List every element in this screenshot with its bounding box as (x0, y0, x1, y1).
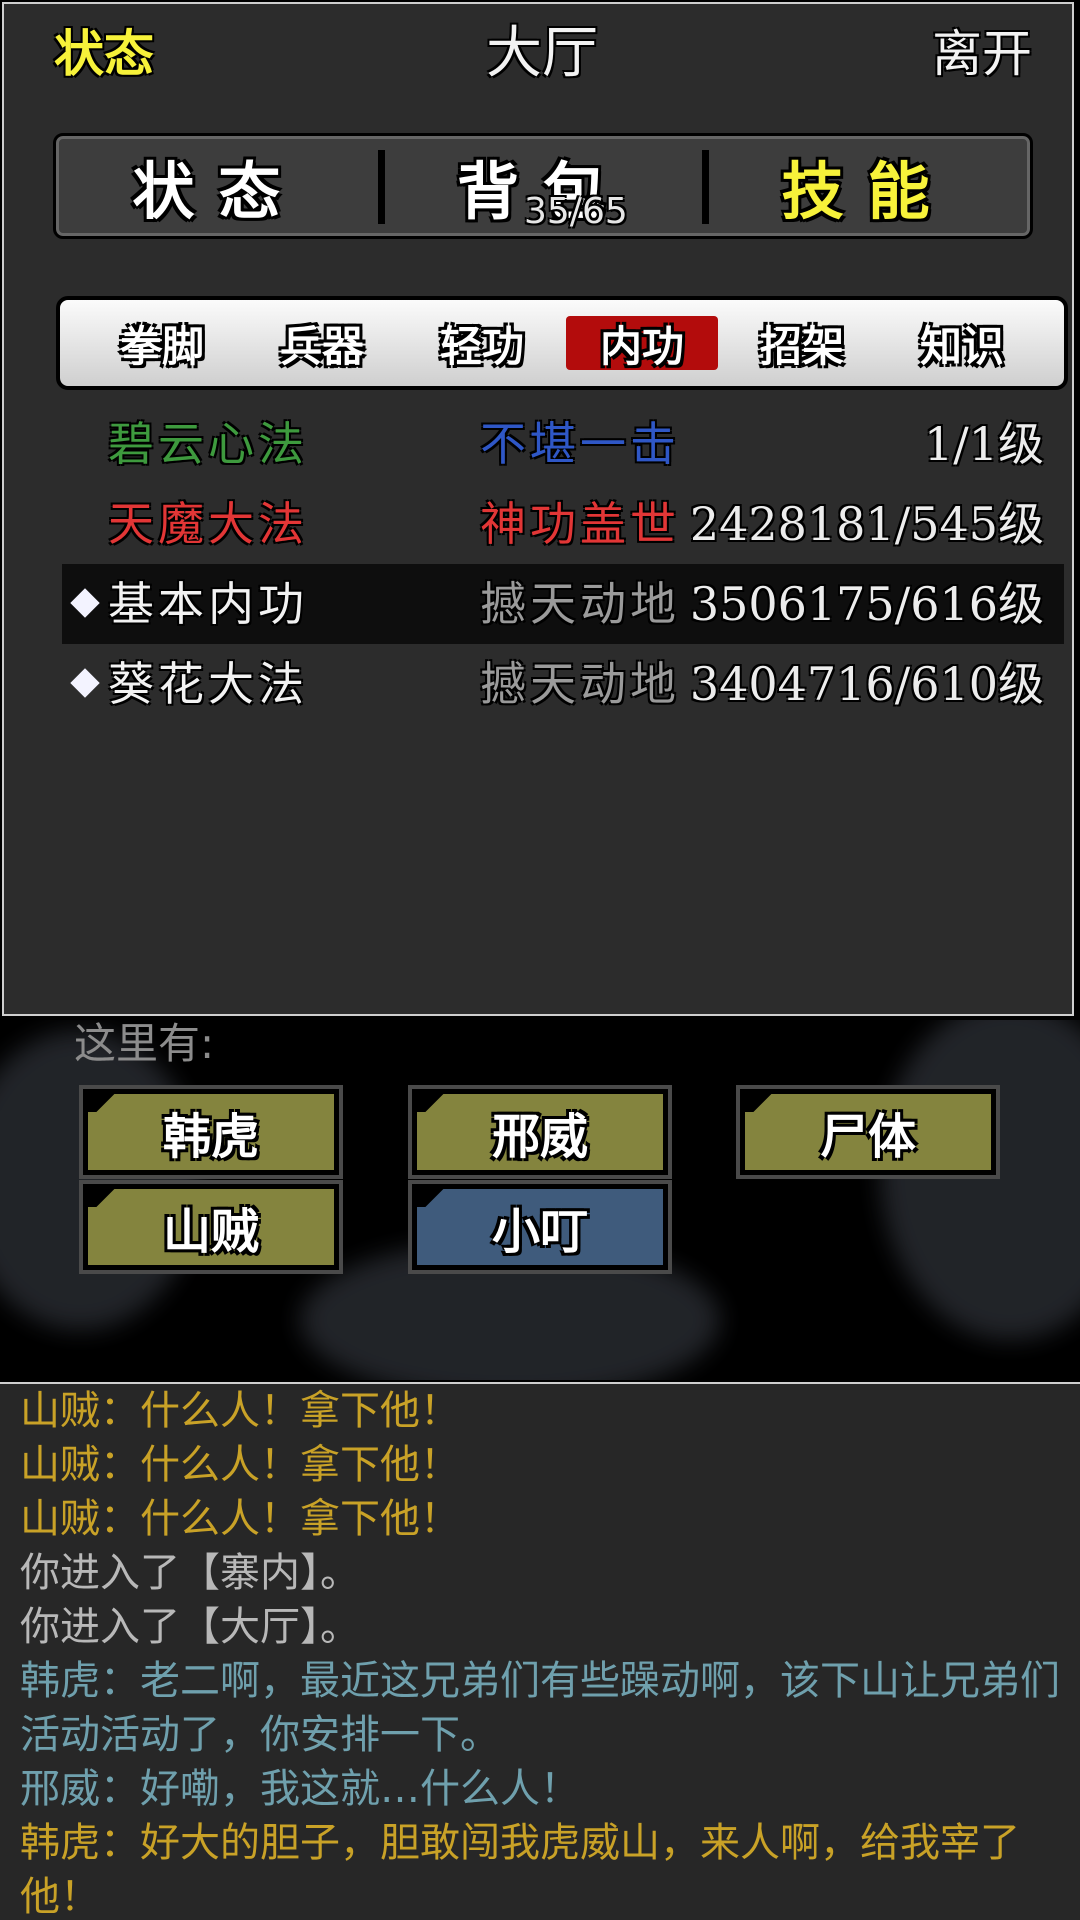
message-log[interactable]: 山贼：什么人！拿下他！ 山贼：什么人！拿下他！ 山贼：什么人！拿下他！ 你进入了… (0, 1382, 1080, 1920)
log-line: 山贼：什么人！拿下他！ (20, 1388, 460, 1434)
log-line: 韩虎：好大的胆子，胆敢闯我虎威山，来人啊，给我宰了他！ (20, 1820, 1020, 1920)
npc-label: 山贼 (162, 1204, 259, 1260)
skill-row[interactable]: 葵花大法 撼天动地 3404716/610级 (62, 644, 1064, 724)
npc-label: 邢威 (491, 1109, 588, 1165)
skill-name: 葵花大法 (108, 657, 308, 711)
tab-skills[interactable]: 技能 (702, 136, 1030, 236)
sub-tab-label: 轻功 (439, 321, 524, 371)
npc-button-han-hu[interactable]: 韩虎 (79, 1085, 343, 1179)
sub-tab-parry[interactable]: 招架 (726, 316, 878, 371)
sub-tab-inner[interactable]: 内功 (566, 316, 718, 371)
leave-link[interactable]: 离开 (932, 22, 1032, 86)
diamond-icon (70, 668, 100, 698)
skill-name: 碧云心法 (108, 417, 308, 471)
skill-row[interactable]: 天魔大法 神功盖世 2428181/545级 (62, 484, 1064, 564)
log-line: 邢威：好嘞，我这就…什么人！ (20, 1766, 580, 1812)
npc-button-xing-wei[interactable]: 邢威 (408, 1085, 672, 1179)
skill-level: 3506175/616级 (689, 577, 1044, 631)
sub-tab-fist[interactable]: 拳脚 (86, 316, 238, 371)
skill-list: 碧云心法 不堪一击 1/1级 天魔大法 神功盖世 2428181/545级 基本… (62, 404, 1064, 724)
bag-count: 35/65 (524, 191, 628, 232)
location-title: 大厅 (486, 21, 598, 86)
sub-tab-label: 拳脚 (119, 321, 204, 371)
sub-tab-knowledge[interactable]: 知识 (886, 316, 1038, 371)
sub-tab-label: 内功 (599, 321, 684, 371)
npc-button-xiao-ding[interactable]: 小叮 (408, 1180, 672, 1274)
game-screen: 状态 大厅 离开 状态 背包 技能 35/65 拳脚 兵器 轻功 内功 招架 知… (0, 0, 1080, 1920)
here-label: 这里有: (74, 1019, 215, 1068)
log-line: 你进入了【寨内】。 (20, 1550, 360, 1596)
skill-grade: 撼天动地 (480, 657, 680, 711)
sub-tab-weapon[interactable]: 兵器 (246, 316, 398, 371)
log-line: 你进入了【大厅】。 (20, 1604, 360, 1650)
log-line: 山贼：什么人！拿下他！ (20, 1496, 460, 1542)
skill-grade: 不堪一击 (480, 417, 680, 471)
log-line: 山贼：什么人！拿下他！ (20, 1442, 460, 1488)
skill-grade: 神功盖世 (480, 497, 680, 551)
skill-level: 1/1级 (923, 417, 1044, 471)
npc-label: 小叮 (491, 1204, 588, 1260)
npc-button-corpse[interactable]: 尸体 (736, 1085, 1000, 1179)
smoke-decoration (880, 1020, 1080, 1340)
skill-row[interactable]: 碧云心法 不堪一击 1/1级 (62, 404, 1064, 484)
skill-grade: 撼天动地 (480, 577, 680, 631)
npc-button-bandit[interactable]: 山贼 (79, 1180, 343, 1274)
skill-name: 天魔大法 (108, 497, 308, 551)
tab-status[interactable]: 状态 (56, 136, 381, 236)
skill-name: 基本内功 (108, 577, 308, 631)
log-line: 韩虎：老二啊，最近这兄弟们有些躁动啊，该下山让兄弟们活动活动了，你安排一下。 (20, 1658, 1060, 1758)
sub-tab-lightness[interactable]: 轻功 (406, 316, 558, 371)
skill-level: 2428181/545级 (689, 497, 1044, 551)
skill-row[interactable]: 基本内功 撼天动地 3506175/616级 (62, 564, 1064, 644)
sub-tab-label: 知识 (919, 321, 1004, 371)
tab-status-label: 状态 (132, 155, 305, 228)
sub-tab-label: 兵器 (279, 321, 364, 371)
npc-label: 韩虎 (162, 1109, 259, 1165)
skill-level: 3404716/610级 (689, 657, 1044, 711)
skill-category-tabs: 拳脚 兵器 轻功 内功 招架 知识 (56, 296, 1068, 390)
sub-tab-label: 招架 (759, 321, 844, 371)
diamond-icon (70, 588, 100, 618)
tab-skills-label: 技能 (781, 155, 954, 228)
npc-label: 尸体 (819, 1109, 916, 1165)
skills-panel: 状态 大厅 离开 状态 背包 技能 35/65 拳脚 兵器 轻功 内功 招架 知… (2, 2, 1074, 1016)
